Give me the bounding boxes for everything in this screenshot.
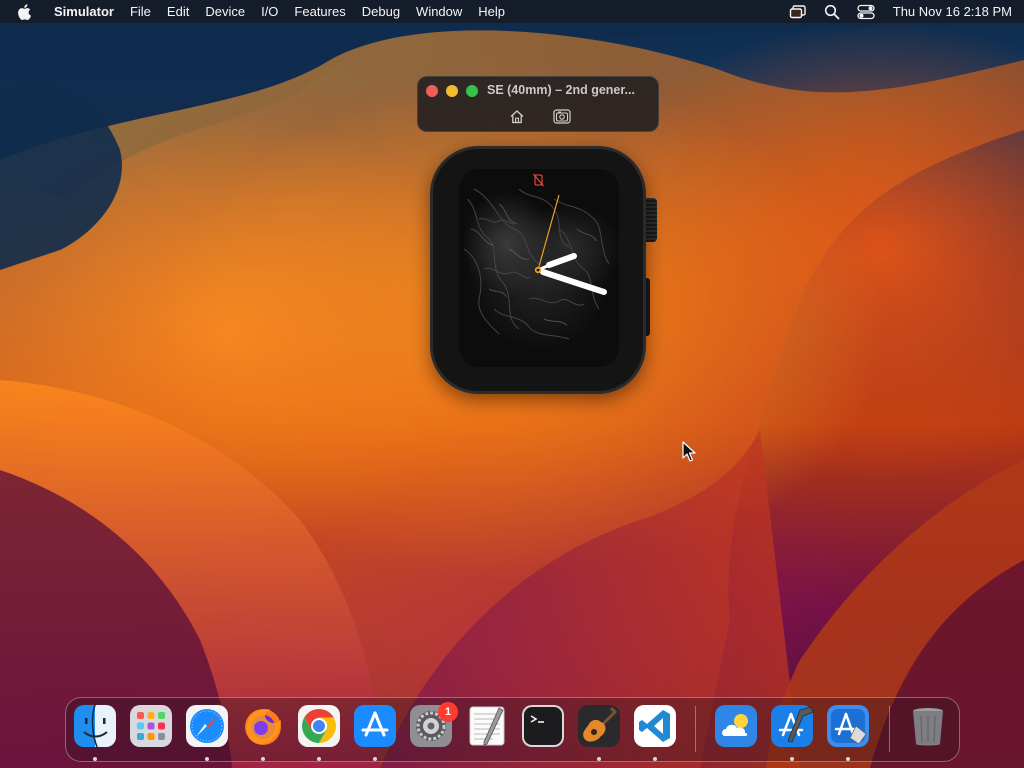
launchpad-icon (130, 705, 172, 747)
apple-menu-icon[interactable] (17, 3, 39, 20)
dock-weather[interactable] (714, 704, 758, 748)
menu-window[interactable]: Window (408, 4, 470, 19)
dock-launchpad[interactable] (129, 704, 173, 748)
dock-running-indicator (373, 757, 377, 761)
dock-separator (889, 706, 890, 752)
dock-running-indicator (790, 757, 794, 761)
vscode-icon (634, 705, 676, 747)
dock-textedit[interactable] (465, 704, 509, 748)
home-button[interactable] (506, 107, 528, 125)
app-store-icon (354, 705, 396, 747)
dock-terminal[interactable] (521, 704, 565, 748)
simulator-window-title: SE (40mm) – 2nd gener... (487, 83, 635, 97)
menu-bar-status-area: Thu Nov 16 2:18 PM (781, 3, 1024, 21)
dock-separator (695, 706, 696, 752)
screenshot-camera-icon (553, 108, 571, 124)
dock-garageband[interactable] (577, 704, 621, 748)
menu-bar: Simulator File Edit Device I/O Features … (0, 0, 1024, 23)
safari-icon (186, 705, 228, 747)
menu-file[interactable]: File (122, 4, 159, 19)
menu-features[interactable]: Features (286, 4, 353, 19)
menu-debug[interactable]: Debug (354, 4, 408, 19)
screen-mirroring-icon[interactable] (787, 3, 809, 21)
garageband-icon (578, 705, 620, 747)
window-close-button[interactable] (426, 85, 438, 97)
window-minimize-button[interactable] (446, 85, 458, 97)
xcode-icon (771, 705, 814, 747)
watch-face-clock (463, 173, 610, 340)
spotlight-search-icon[interactable] (821, 3, 843, 21)
dock-running-indicator (93, 757, 97, 761)
weather-icon (715, 705, 757, 747)
menu-device[interactable]: Device (197, 4, 253, 19)
textedit-icon (469, 706, 505, 746)
watch-screen[interactable] (459, 169, 619, 367)
chrome-icon (298, 705, 340, 747)
dock-running-indicator (205, 757, 209, 761)
menu-help[interactable]: Help (470, 4, 513, 19)
dock-running-indicator (597, 757, 601, 761)
dock-firefox[interactable] (241, 704, 285, 748)
dock-finder[interactable] (73, 704, 117, 748)
dock-vscode[interactable] (633, 704, 677, 748)
menu-io[interactable]: I/O (253, 4, 286, 19)
dock-chrome[interactable] (297, 704, 341, 748)
menu-edit[interactable]: Edit (159, 4, 197, 19)
dock-trash[interactable] (906, 704, 950, 748)
notification-disconnected-icon (533, 173, 544, 187)
dock-running-indicator (653, 757, 657, 761)
terminal-icon (522, 705, 564, 747)
finder-icon (74, 704, 116, 748)
dock-running-indicator (846, 757, 850, 761)
screenshot-button[interactable] (551, 107, 573, 125)
dock-xcode[interactable] (770, 704, 814, 748)
simulator-icon (827, 705, 869, 747)
home-icon (510, 109, 524, 123)
dock-app-store[interactable] (353, 704, 397, 748)
control-center-icon[interactable] (855, 3, 877, 21)
window-zoom-button[interactable] (466, 85, 478, 97)
dock-safari[interactable] (185, 704, 229, 748)
dock-running-indicator (317, 757, 321, 761)
trash-icon (913, 708, 943, 746)
mouse-cursor-icon (682, 441, 696, 463)
dock-running-indicator (261, 757, 265, 761)
firefox-icon (245, 709, 281, 745)
notification-badge: 1 (438, 702, 458, 722)
simulator-window-toolbar: SE (40mm) – 2nd gener... (417, 76, 659, 132)
menu-app-name[interactable]: Simulator (50, 4, 122, 19)
dock-simulator[interactable] (826, 704, 870, 748)
menu-bar-clock[interactable]: Thu Nov 16 2:18 PM (883, 4, 1024, 19)
